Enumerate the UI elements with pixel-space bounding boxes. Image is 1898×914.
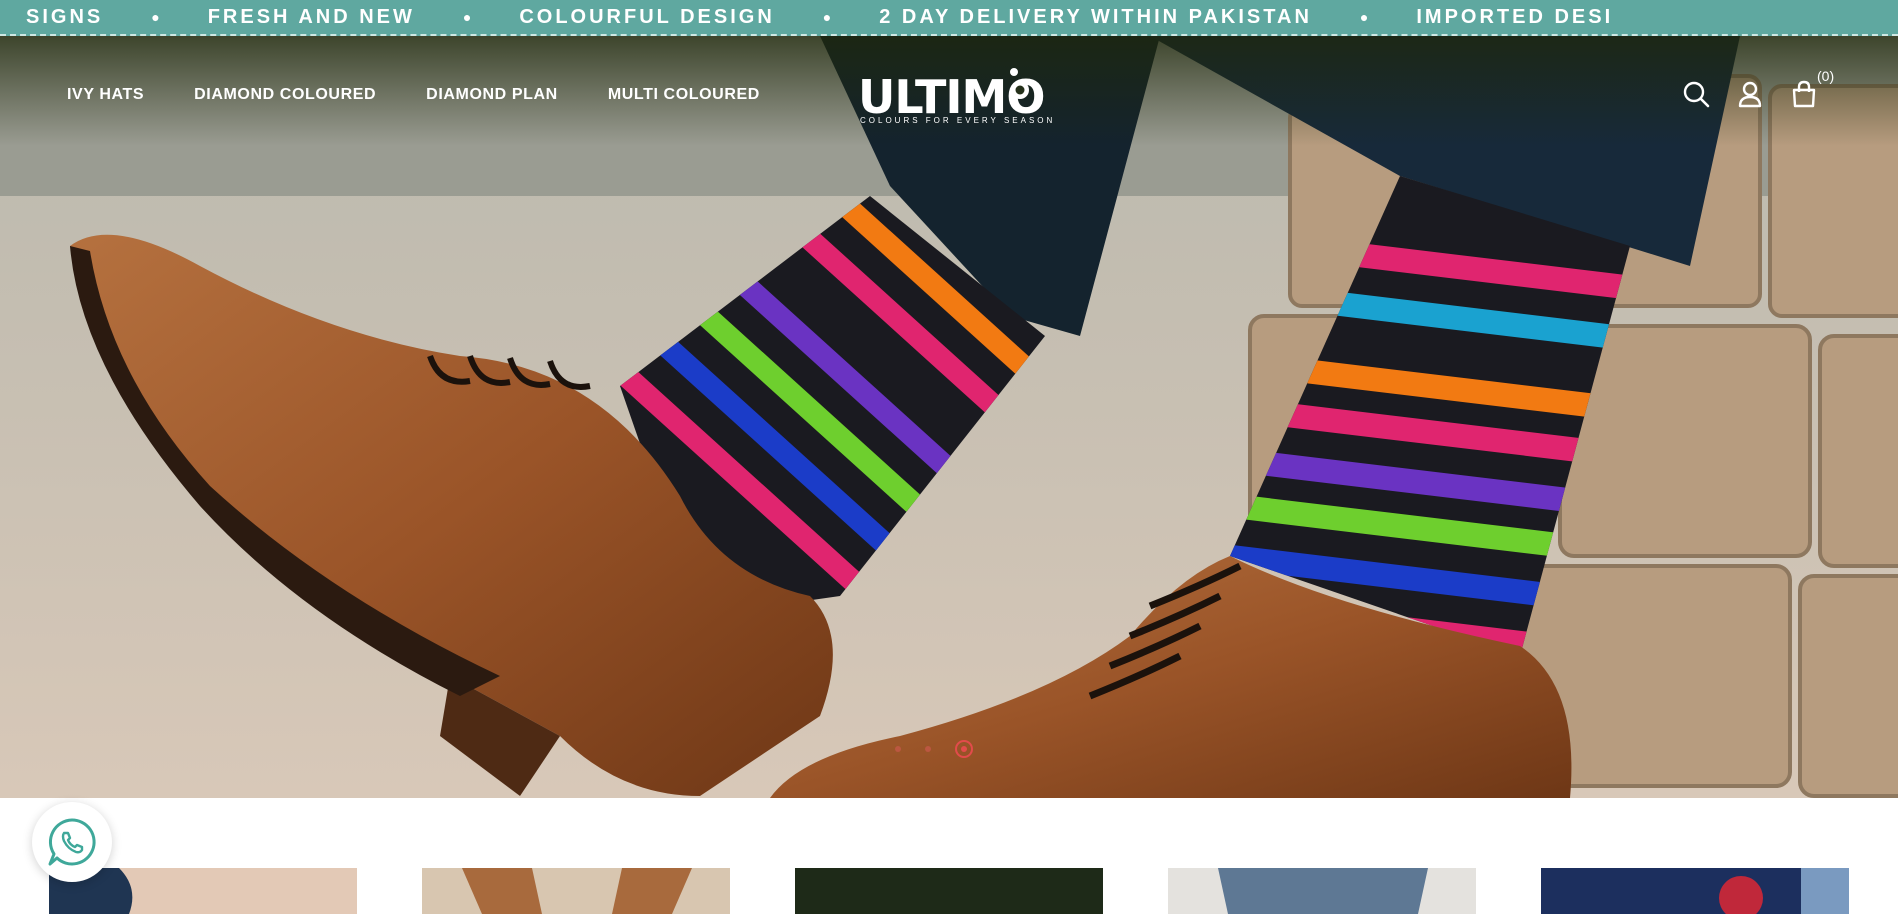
header-actions xyxy=(1682,80,1818,108)
brand-logo[interactable]: ULTIMO COLOURS FOR EVERY SEASON xyxy=(858,62,1052,132)
separator-dot-icon: ● xyxy=(151,9,160,25)
cart-count-badge: (0) xyxy=(1817,68,1835,84)
search-icon[interactable] xyxy=(1682,80,1710,108)
slider-pagination xyxy=(895,740,973,758)
hero-banner xyxy=(0,36,1898,798)
nav-link-ivy-hats[interactable]: IVY HATS xyxy=(67,86,144,104)
logo-bubbles-icon xyxy=(1010,68,1029,99)
slider-dot[interactable] xyxy=(895,746,901,752)
slider-dot-active[interactable] xyxy=(955,740,973,758)
announcement-item: 2 DAY DELIVERY WITHIN PAKISTAN xyxy=(879,5,1312,28)
product-grid xyxy=(49,868,1849,914)
announcement-item: COLOURFUL DESIGN xyxy=(519,5,775,28)
slider-dot-active-inner xyxy=(961,746,967,752)
product-image xyxy=(49,868,357,914)
nav-link-multi-coloured[interactable]: MULTI COLOURED xyxy=(608,86,760,104)
product-card[interactable] xyxy=(1168,868,1476,914)
separator-dot-icon: ● xyxy=(822,9,832,25)
product-image xyxy=(422,868,730,914)
product-card[interactable] xyxy=(422,868,730,914)
whatsapp-icon xyxy=(48,818,96,866)
nav-link-diamond-plan[interactable]: DIAMOND PLAN xyxy=(426,86,558,104)
product-image xyxy=(1168,868,1476,914)
announcement-item: IMPORTED DESI xyxy=(1416,5,1614,28)
product-card[interactable] xyxy=(795,868,1103,914)
announcement-item: FRESH AND NEW xyxy=(207,5,415,28)
logo-tagline: COLOURS FOR EVERY SEASON xyxy=(860,116,1056,125)
main-nav: IVY HATS DIAMOND COLOURED DIAMOND PLAN M… xyxy=(67,86,760,104)
hero-image xyxy=(0,36,1898,798)
separator-dot-icon: ● xyxy=(462,9,472,25)
product-image xyxy=(795,868,1103,914)
product-image xyxy=(1541,868,1849,914)
nav-link-diamond-coloured[interactable]: DIAMOND COLOURED xyxy=(194,86,376,104)
announcement-track: SIGNS ● FRESH AND NEW ● COLOURFUL DESIGN… xyxy=(0,0,1661,34)
slider-dot[interactable] xyxy=(925,746,931,752)
product-card[interactable] xyxy=(49,868,357,914)
cart-icon[interactable] xyxy=(1790,80,1818,108)
announcement-item: SIGNS xyxy=(26,5,104,28)
product-card[interactable] xyxy=(1541,868,1849,914)
separator-dot-icon: ● xyxy=(1359,9,1369,25)
account-icon[interactable] xyxy=(1736,80,1764,108)
whatsapp-chat-button[interactable] xyxy=(32,802,112,882)
announcement-bar: SIGNS ● FRESH AND NEW ● COLOURFUL DESIGN… xyxy=(0,0,1898,36)
